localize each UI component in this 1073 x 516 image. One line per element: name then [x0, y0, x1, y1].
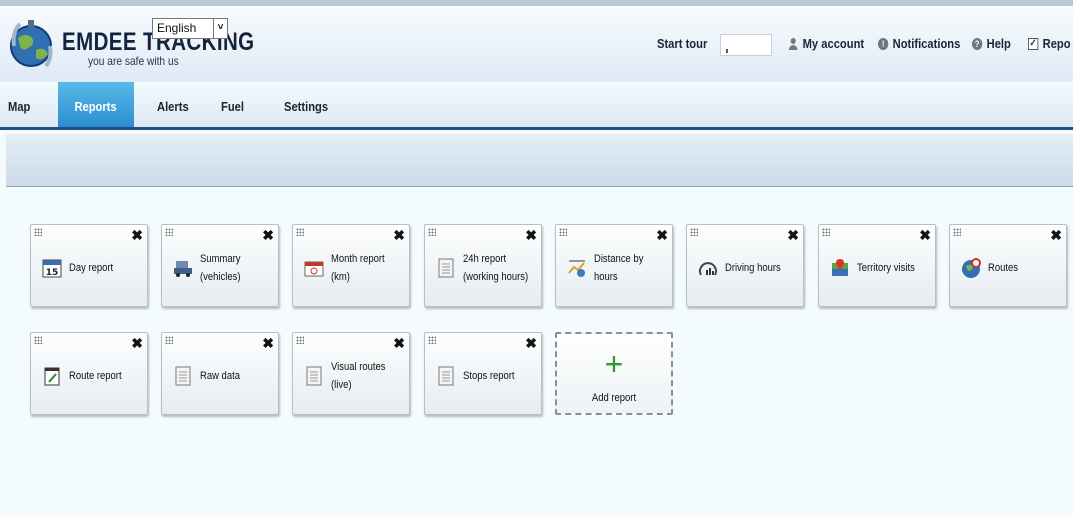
- report-card-month[interactable]: ✖ Month report (km): [292, 224, 410, 307]
- help-link[interactable]: ? Help: [972, 36, 1011, 51]
- report-label: Driving hours: [725, 262, 781, 274]
- tab-reports[interactable]: Reports: [58, 82, 134, 127]
- month-calendar-icon: [304, 261, 324, 277]
- plus-icon: +: [604, 346, 624, 382]
- tab-settings[interactable]: Settings: [284, 82, 328, 127]
- help-icon: ?: [972, 37, 983, 50]
- notifications-link[interactable]: ! Notifications: [878, 36, 960, 51]
- info-icon: !: [878, 37, 889, 50]
- tab-reports-label: Reports: [74, 99, 118, 114]
- drag-handle-icon[interactable]: [559, 228, 567, 236]
- calendar-icon: 15: [42, 259, 62, 278]
- report-label: Stops report: [463, 370, 515, 382]
- close-icon[interactable]: ✖: [393, 335, 405, 352]
- report-label: Routes: [988, 262, 1018, 274]
- close-icon[interactable]: ✖: [1050, 227, 1062, 244]
- report-label: Territory visits: [857, 262, 915, 274]
- drag-handle-icon[interactable]: [296, 228, 304, 236]
- close-icon[interactable]: ✖: [525, 227, 537, 244]
- report-label: Summary (vehicles): [200, 253, 241, 283]
- notifications-label: Notifications: [892, 36, 961, 51]
- header: EMDEE TRACKING you are safe with us Engl…: [0, 0, 1073, 82]
- start-tour-link[interactable]: Start tour: [657, 36, 707, 51]
- tab-alerts[interactable]: Alerts: [157, 82, 189, 127]
- help-label: Help: [986, 36, 1011, 51]
- report-card-24h[interactable]: ✖ 24h report (working hours): [424, 224, 542, 307]
- user-icon: [788, 37, 798, 50]
- report-card-stops[interactable]: ✖ Stops report: [424, 332, 542, 415]
- close-icon[interactable]: ✖: [262, 335, 274, 352]
- distance-chart-icon: [568, 260, 585, 277]
- reports-link-label: Repo: [1042, 36, 1071, 51]
- report-card-routes[interactable]: ✖ Routes: [949, 224, 1067, 307]
- drag-handle-icon[interactable]: [428, 228, 436, 236]
- gauge-icon: [699, 262, 717, 276]
- report-card-route-report[interactable]: ✖ Route report: [30, 332, 148, 415]
- close-icon[interactable]: ✖: [919, 227, 931, 244]
- close-icon[interactable]: ✖: [656, 227, 668, 244]
- vehicle-icon: [174, 261, 192, 277]
- globe-icon: [962, 258, 981, 278]
- tab-map[interactable]: Map: [8, 82, 30, 127]
- drag-handle-icon[interactable]: [165, 228, 173, 236]
- drag-handle-icon[interactable]: [296, 336, 304, 344]
- drag-handle-icon[interactable]: [822, 228, 830, 236]
- toolbar-strip: [6, 134, 1073, 187]
- report-card-driving-hours[interactable]: ✖ Driving hours: [686, 224, 804, 307]
- document-icon: [438, 258, 454, 278]
- report-label: Route report: [69, 370, 122, 382]
- report-label: Visual routes (live): [331, 361, 386, 391]
- start-tour-label: Start tour: [657, 36, 708, 51]
- drag-handle-icon[interactable]: [690, 228, 698, 236]
- notepad-icon: [44, 367, 60, 386]
- document-icon: [438, 366, 454, 386]
- drag-handle-icon[interactable]: [953, 228, 961, 236]
- close-icon[interactable]: ✖: [131, 227, 143, 244]
- add-report-label: Add report: [591, 392, 637, 404]
- drag-handle-icon[interactable]: [34, 228, 42, 236]
- reports-link[interactable]: ✓ Repo: [1028, 36, 1071, 51]
- report-card-summary[interactable]: ✖ Summary (vehicles): [161, 224, 279, 307]
- document-icon: [306, 366, 322, 386]
- tour-input[interactable]: [720, 34, 772, 56]
- drag-handle-icon[interactable]: [428, 336, 436, 344]
- report-label: 24h report (working hours): [463, 253, 529, 283]
- report-label: Day report: [69, 262, 114, 274]
- my-account-label: My account: [802, 36, 865, 51]
- close-icon[interactable]: ✖: [262, 227, 274, 244]
- report-label: Distance by hours: [594, 253, 644, 283]
- drag-handle-icon[interactable]: [34, 336, 42, 344]
- my-account-link[interactable]: My account: [788, 36, 864, 51]
- report-card-raw-data[interactable]: ✖ Raw data: [161, 332, 279, 415]
- tab-fuel[interactable]: Fuel: [221, 82, 244, 127]
- main-nav: Map Reports Alerts Fuel Settings: [0, 82, 1073, 130]
- close-icon[interactable]: ✖: [525, 335, 537, 352]
- close-icon[interactable]: ✖: [393, 227, 405, 244]
- close-icon[interactable]: ✖: [787, 227, 799, 244]
- close-icon[interactable]: ✖: [131, 335, 143, 352]
- report-card-visual-routes[interactable]: ✖ Visual routes (live): [292, 332, 410, 415]
- top-links: Start tour My account ! Notifications ? …: [0, 36, 1073, 60]
- report-label: Month report (km): [331, 253, 385, 283]
- report-label: Raw data: [200, 370, 240, 382]
- report-card-territory-visits[interactable]: ✖ Territory visits: [818, 224, 936, 307]
- map-pin-icon: [832, 259, 848, 276]
- report-card-day[interactable]: ✖ 15 Day report: [30, 224, 148, 307]
- document-icon: [175, 366, 191, 386]
- add-report-button[interactable]: + Add report: [555, 332, 673, 415]
- drag-handle-icon[interactable]: [165, 336, 173, 344]
- checkbox-icon: ✓: [1028, 37, 1039, 50]
- svg-text:15: 15: [46, 268, 59, 278]
- report-card-distance-by-hours[interactable]: ✖ Distance by hours: [555, 224, 673, 307]
